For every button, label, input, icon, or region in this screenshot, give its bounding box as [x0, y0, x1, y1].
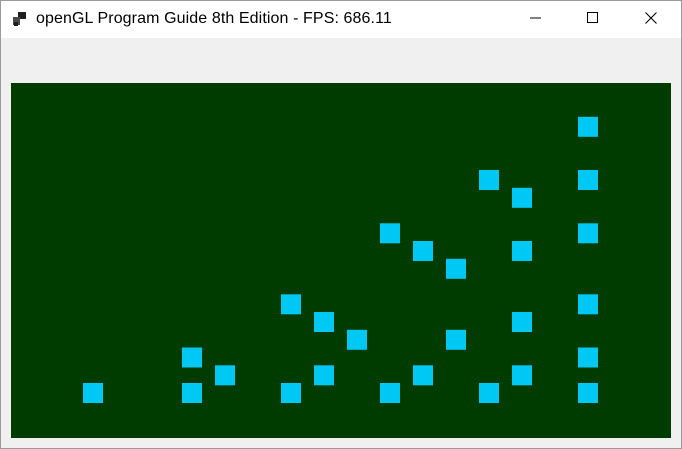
rendered-square [446, 329, 466, 350]
opengl-canvas[interactable] [11, 83, 671, 438]
rendered-square [347, 329, 367, 350]
maximize-icon [587, 11, 599, 29]
rendered-square [380, 383, 400, 403]
rendered-square [578, 116, 598, 137]
close-button[interactable] [622, 1, 680, 38]
rendered-square [413, 241, 433, 261]
rendered-square [578, 223, 598, 244]
client-area [1, 38, 681, 448]
rendered-square [512, 365, 532, 386]
rendered-square [479, 383, 499, 403]
rendered-square [380, 223, 400, 244]
rendered-square [446, 258, 466, 279]
rendered-square [314, 312, 334, 332]
maximize-button[interactable] [564, 1, 622, 38]
rendered-square [413, 365, 433, 386]
rendered-square [512, 241, 532, 261]
render-surface [83, 116, 598, 403]
opengl-app-icon[interactable] [12, 12, 28, 28]
minimize-button[interactable] [507, 1, 565, 38]
title-bar[interactable]: openGL Program Guide 8th Edition - FPS: … [1, 1, 681, 38]
rendered-square [578, 170, 598, 190]
rendered-square [578, 294, 598, 315]
rendered-square [182, 383, 202, 403]
rendered-square [281, 383, 301, 403]
app-window: openGL Program Guide 8th Edition - FPS: … [0, 0, 682, 449]
rendered-square [512, 312, 532, 332]
rendered-square [578, 347, 598, 368]
window-title: openGL Program Guide 8th Edition - FPS: … [36, 10, 392, 27]
close-icon [645, 11, 657, 29]
bottom-strip [1, 438, 681, 448]
rendered-square [512, 187, 532, 208]
rendered-square [215, 365, 235, 386]
minimize-icon [530, 11, 542, 29]
rendered-square [83, 383, 103, 403]
rendered-square [479, 170, 499, 190]
rendered-square [314, 365, 334, 386]
rendered-square [182, 347, 202, 368]
rendered-square [281, 294, 301, 315]
rendered-square [578, 383, 598, 403]
